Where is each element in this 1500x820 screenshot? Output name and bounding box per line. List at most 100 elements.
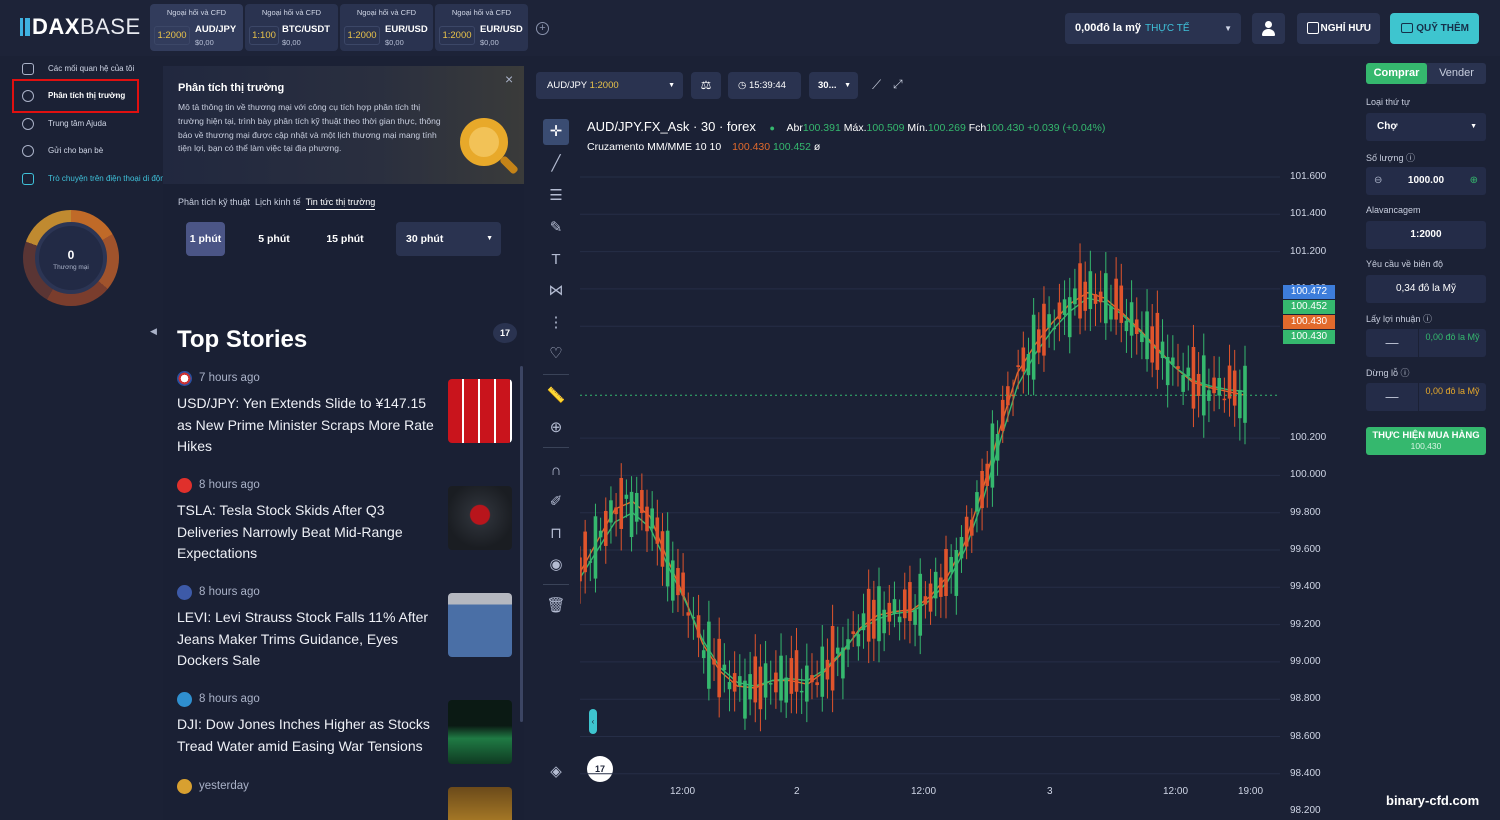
- chart-type-icon[interactable]: ⟋: [872, 77, 881, 93]
- hide-indicator-icon[interactable]: ø: [814, 141, 820, 153]
- legend-low: 100.269: [927, 122, 966, 134]
- candle-body: [665, 530, 670, 587]
- candle-body: [763, 663, 768, 698]
- minus-icon[interactable]: —: [1366, 383, 1418, 411]
- candle-body: [887, 602, 892, 622]
- fib-lines-icon[interactable]: ☰: [543, 183, 569, 209]
- price-tag: 100.430: [1283, 330, 1335, 344]
- quantity-stepper[interactable]: ⊖ 1000.00 ⊕: [1366, 167, 1486, 195]
- ruler-icon[interactable]: 📏: [543, 383, 569, 409]
- zoom-in-icon[interactable]: ⊕: [543, 415, 569, 441]
- candle-body: [583, 531, 587, 573]
- collapse-panel-icon[interactable]: ◀: [150, 326, 157, 337]
- asset-tab[interactable]: Ngoại hối và CFD 1:2000 EUR/USD $0,00: [340, 4, 433, 51]
- sidebar-item-help-center[interactable]: Trung tâm Ajuda: [22, 115, 106, 133]
- timeframe-1m[interactable]: 1 phút: [186, 222, 225, 256]
- plus-icon[interactable]: ⊕: [1470, 167, 1478, 195]
- asset-tab-amount: $0,00: [385, 38, 404, 47]
- candle-body: [1201, 355, 1206, 416]
- logo[interactable]: DAXBASE: [20, 14, 141, 40]
- balance-dropdown[interactable]: 0,00đô la mỹ THỰC TẾ ▼: [1065, 13, 1241, 44]
- news-story[interactable]: 8 hours ago TSLA: Tesla Stock Skids Afte…: [177, 477, 512, 565]
- fullscreen-icon[interactable]: ⤢: [893, 77, 903, 92]
- trash-icon[interactable]: 🗑: [543, 593, 569, 619]
- candle-body: [696, 615, 701, 638]
- candle-body: [640, 490, 644, 514]
- magnet-icon[interactable]: ∩: [543, 458, 569, 484]
- asset-tab[interactable]: Ngoại hối và CFD 1:2000 AUD/JPY $0,00: [150, 4, 243, 51]
- stocks-thumbnail: [448, 700, 512, 764]
- interval-value: 30...: [818, 80, 837, 91]
- layers-icon[interactable]: ◈: [543, 759, 569, 785]
- sell-tab[interactable]: Vender: [1427, 63, 1486, 84]
- candle-body: [784, 677, 789, 703]
- retire-button[interactable]: NGHỈ HƯU: [1297, 13, 1380, 44]
- sidebar-item-relationships[interactable]: Các mối quan hệ của tôi: [22, 60, 134, 78]
- candle-body: [789, 658, 794, 694]
- crosshair-icon[interactable]: ✛: [543, 119, 569, 145]
- text-tool-icon[interactable]: T: [543, 247, 569, 273]
- timeframe-30m-dropdown[interactable]: 30 phút ▼: [396, 222, 501, 256]
- trend-line-icon[interactable]: ╱: [543, 151, 569, 177]
- minus-icon[interactable]: ⊖: [1374, 167, 1382, 195]
- leverage-value[interactable]: 1:2000: [1366, 221, 1486, 249]
- indicator-ma-value: 100.430: [732, 141, 771, 153]
- stop-loss-value[interactable]: 0,00 đô la Mỹ: [1419, 383, 1486, 411]
- news-story[interactable]: 8 hours ago LEVI: Levi Strauss Stock Fal…: [177, 584, 512, 672]
- pencil-lock-icon[interactable]: ✐: [543, 489, 569, 515]
- legend-symbol: AUD/JPY.FX_Ask · 30 · forex: [587, 119, 756, 134]
- lock-icon[interactable]: ⊓: [543, 521, 569, 547]
- tradingview-logo-icon[interactable]: 17: [493, 323, 517, 343]
- price-chart[interactable]: [580, 115, 1280, 795]
- symbol-selector[interactable]: AUD/JPY 1:2000 ▼: [536, 72, 683, 99]
- story-headline: LEVI: Levi Strauss Stock Falls 11% After…: [177, 609, 429, 668]
- timeframe-15m[interactable]: 15 phút: [325, 222, 365, 256]
- news-story[interactable]: 8 hours ago DJI: Dow Jones Inches Higher…: [177, 691, 512, 764]
- asset-tab[interactable]: Ngoại hối và CFD 1:100 BTC/USDT $0,00: [245, 4, 338, 51]
- tab-market-news[interactable]: Tin tức thị trường: [305, 197, 376, 210]
- candle-body: [851, 631, 856, 634]
- brush-icon[interactable]: ✎: [543, 215, 569, 241]
- buy-tab[interactable]: Comprar: [1366, 63, 1427, 84]
- minus-icon[interactable]: —: [1366, 329, 1418, 357]
- add-tab-button[interactable]: +: [536, 22, 549, 35]
- tab-technical-analysis[interactable]: Phân tích kỹ thuật: [178, 197, 250, 209]
- tesla-logo-icon: [177, 478, 192, 493]
- candle-body: [1134, 319, 1139, 334]
- sidebar-item-mobile-chat[interactable]: Trò chuyện trên điện thoại di động: [22, 170, 169, 188]
- timeframe-5m[interactable]: 5 phút: [256, 222, 292, 256]
- panel-scrollbar[interactable]: [520, 366, 523, 722]
- execute-buy-button[interactable]: THỰC HIỆN MUA HÀNG 100,430: [1366, 427, 1486, 455]
- tab-economic-calendar[interactable]: Lịch kinh tế: [255, 197, 301, 209]
- quantity-value[interactable]: 1000.00: [1408, 175, 1444, 186]
- x-tick-label: 12:00: [911, 786, 937, 797]
- news-story[interactable]: yesterday: [177, 778, 512, 820]
- asset-tab-amount: $0,00: [480, 38, 499, 47]
- heart-icon[interactable]: ♡: [543, 341, 569, 367]
- stop-loss-field[interactable]: —0,00 đô la Mỹ: [1366, 383, 1486, 411]
- prediction-icon[interactable]: ⋮: [543, 310, 569, 336]
- sidebar-item-refer-friends[interactable]: Gửi cho bạn bè: [22, 142, 103, 160]
- candle-body: [985, 463, 990, 486]
- take-profit-field[interactable]: —0,00 đô la Mỹ: [1366, 329, 1486, 357]
- user-button[interactable]: [1252, 13, 1285, 44]
- fund-button[interactable]: QUỸ THÊM: [1390, 13, 1479, 44]
- pattern-icon[interactable]: ⋈: [543, 278, 569, 304]
- chevron-down-icon: ▼: [1470, 123, 1477, 130]
- trades-label: Thương mại: [53, 264, 89, 271]
- candle-body: [1078, 263, 1082, 319]
- y-tick-label: 101.400: [1290, 208, 1327, 220]
- order-type-select[interactable]: Chợ ▼: [1366, 113, 1486, 141]
- candle-body: [1243, 365, 1247, 423]
- take-profit-value[interactable]: 0,00 đô la Mỹ: [1419, 329, 1486, 357]
- timeframe-selector: 1 phút 5 phút 15 phút 30 phút ▼: [178, 219, 508, 257]
- asset-tab[interactable]: Ngoại hối và CFD 1:2000 EUR/USD $0,00: [435, 4, 528, 51]
- close-icon[interactable]: ×: [505, 71, 513, 87]
- toolbar-divider: [543, 374, 569, 375]
- candle-body: [603, 510, 608, 546]
- news-story[interactable]: 7 hours ago USD/JPY: Yen Extends Slide t…: [177, 370, 512, 458]
- interval-selector[interactable]: 30... ▼: [809, 72, 858, 99]
- indicators-icon[interactable]: ⚖: [691, 72, 721, 99]
- x-tick-label: 12:00: [670, 786, 696, 797]
- eye-icon[interactable]: ◉: [543, 552, 569, 578]
